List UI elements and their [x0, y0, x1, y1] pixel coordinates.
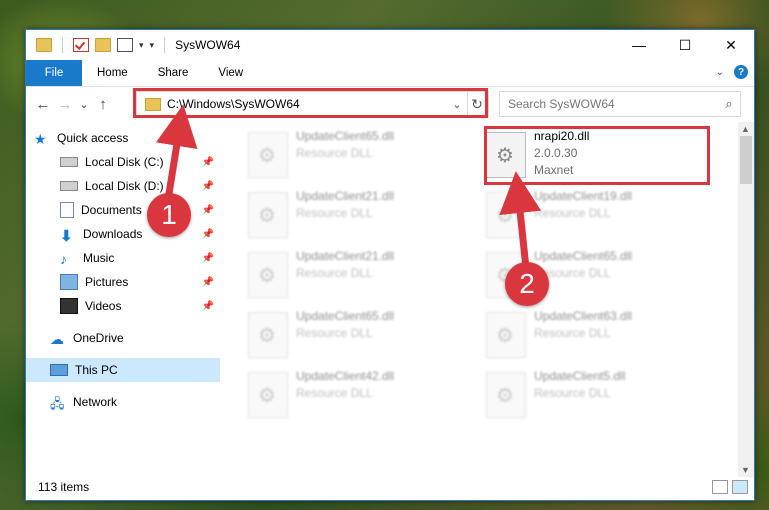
step-badge-1: 1 [147, 193, 191, 237]
step-badge-2: 2 [505, 262, 549, 306]
annotation-arrows [155, 104, 542, 269]
arrow-2 [499, 171, 542, 269]
arrow-1 [155, 104, 198, 201]
